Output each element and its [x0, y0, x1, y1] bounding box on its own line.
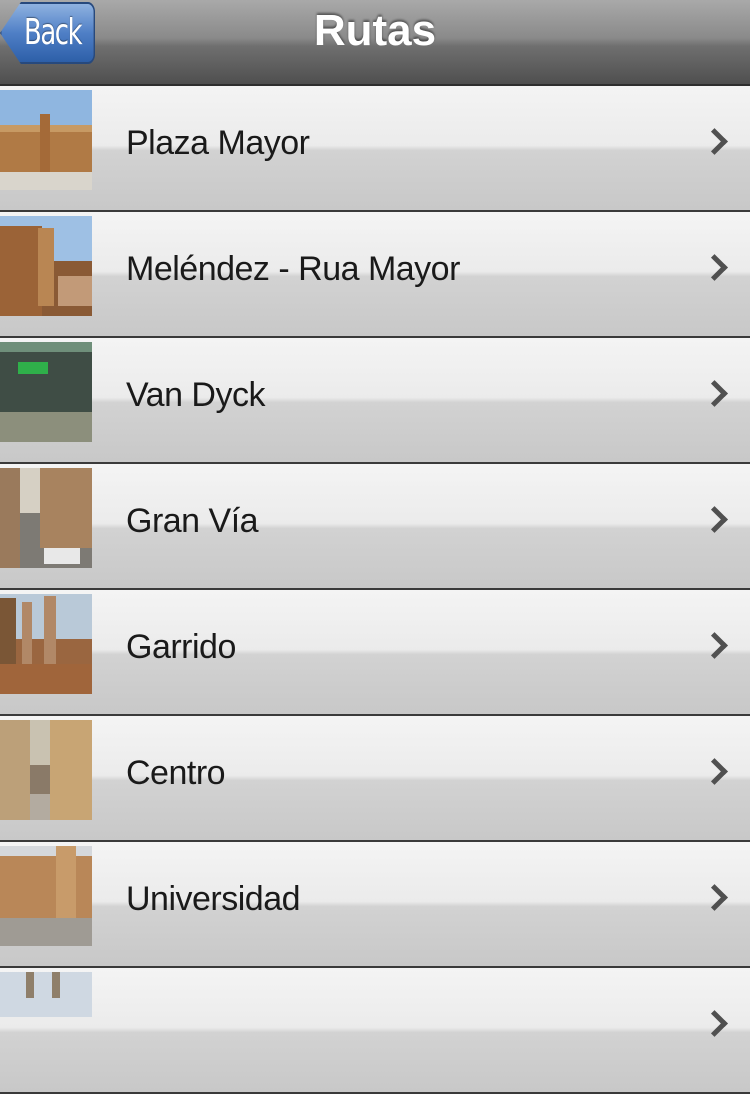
chevron-right-icon: [701, 884, 728, 911]
universidad-thumbnail: [0, 846, 92, 946]
van-dyck-thumbnail: [0, 342, 92, 442]
row-label: Meléndez - Rua Mayor: [126, 250, 460, 288]
list-item-gran-via[interactable]: Gran Vía: [0, 464, 750, 590]
list-item-partial[interactable]: [0, 968, 750, 1094]
list-item-garrido[interactable]: Garrido: [0, 590, 750, 716]
garrido-thumbnail: [0, 594, 92, 694]
chevron-right-icon: [701, 380, 728, 407]
chevron-right-icon: [701, 254, 728, 281]
list-item-centro[interactable]: Centro: [0, 716, 750, 842]
list-item-universidad[interactable]: Universidad: [0, 842, 750, 968]
row-label: Garrido: [126, 628, 236, 666]
partial-row-thumbnail: [0, 972, 92, 1072]
plaza-mayor-thumbnail: [0, 90, 92, 190]
chevron-right-icon: [701, 1010, 728, 1037]
gran-via-thumbnail: [0, 468, 92, 568]
chevron-right-icon: [701, 128, 728, 155]
list-item-plaza-mayor[interactable]: Plaza Mayor: [0, 86, 750, 212]
row-label: Van Dyck: [126, 376, 265, 414]
chevron-right-icon: [701, 632, 728, 659]
row-label: Gran Vía: [126, 502, 259, 540]
centro-thumbnail: [0, 720, 92, 820]
page-title: Rutas: [313, 6, 437, 55]
row-label: Plaza Mayor: [126, 124, 310, 162]
navigation-bar: Rutas Back: [0, 0, 750, 86]
routes-list: Plaza Mayor Meléndez - Rua Mayor Van Dyc…: [0, 86, 750, 1094]
row-label: Centro: [126, 754, 226, 792]
chevron-right-icon: [701, 506, 728, 533]
melendez-rua-mayor-thumbnail: [0, 216, 92, 316]
list-item-van-dyck[interactable]: Van Dyck: [0, 338, 750, 464]
row-label: Universidad: [126, 880, 301, 918]
list-item-melendez-rua-mayor[interactable]: Meléndez - Rua Mayor: [0, 212, 750, 338]
chevron-right-icon: [701, 758, 728, 785]
